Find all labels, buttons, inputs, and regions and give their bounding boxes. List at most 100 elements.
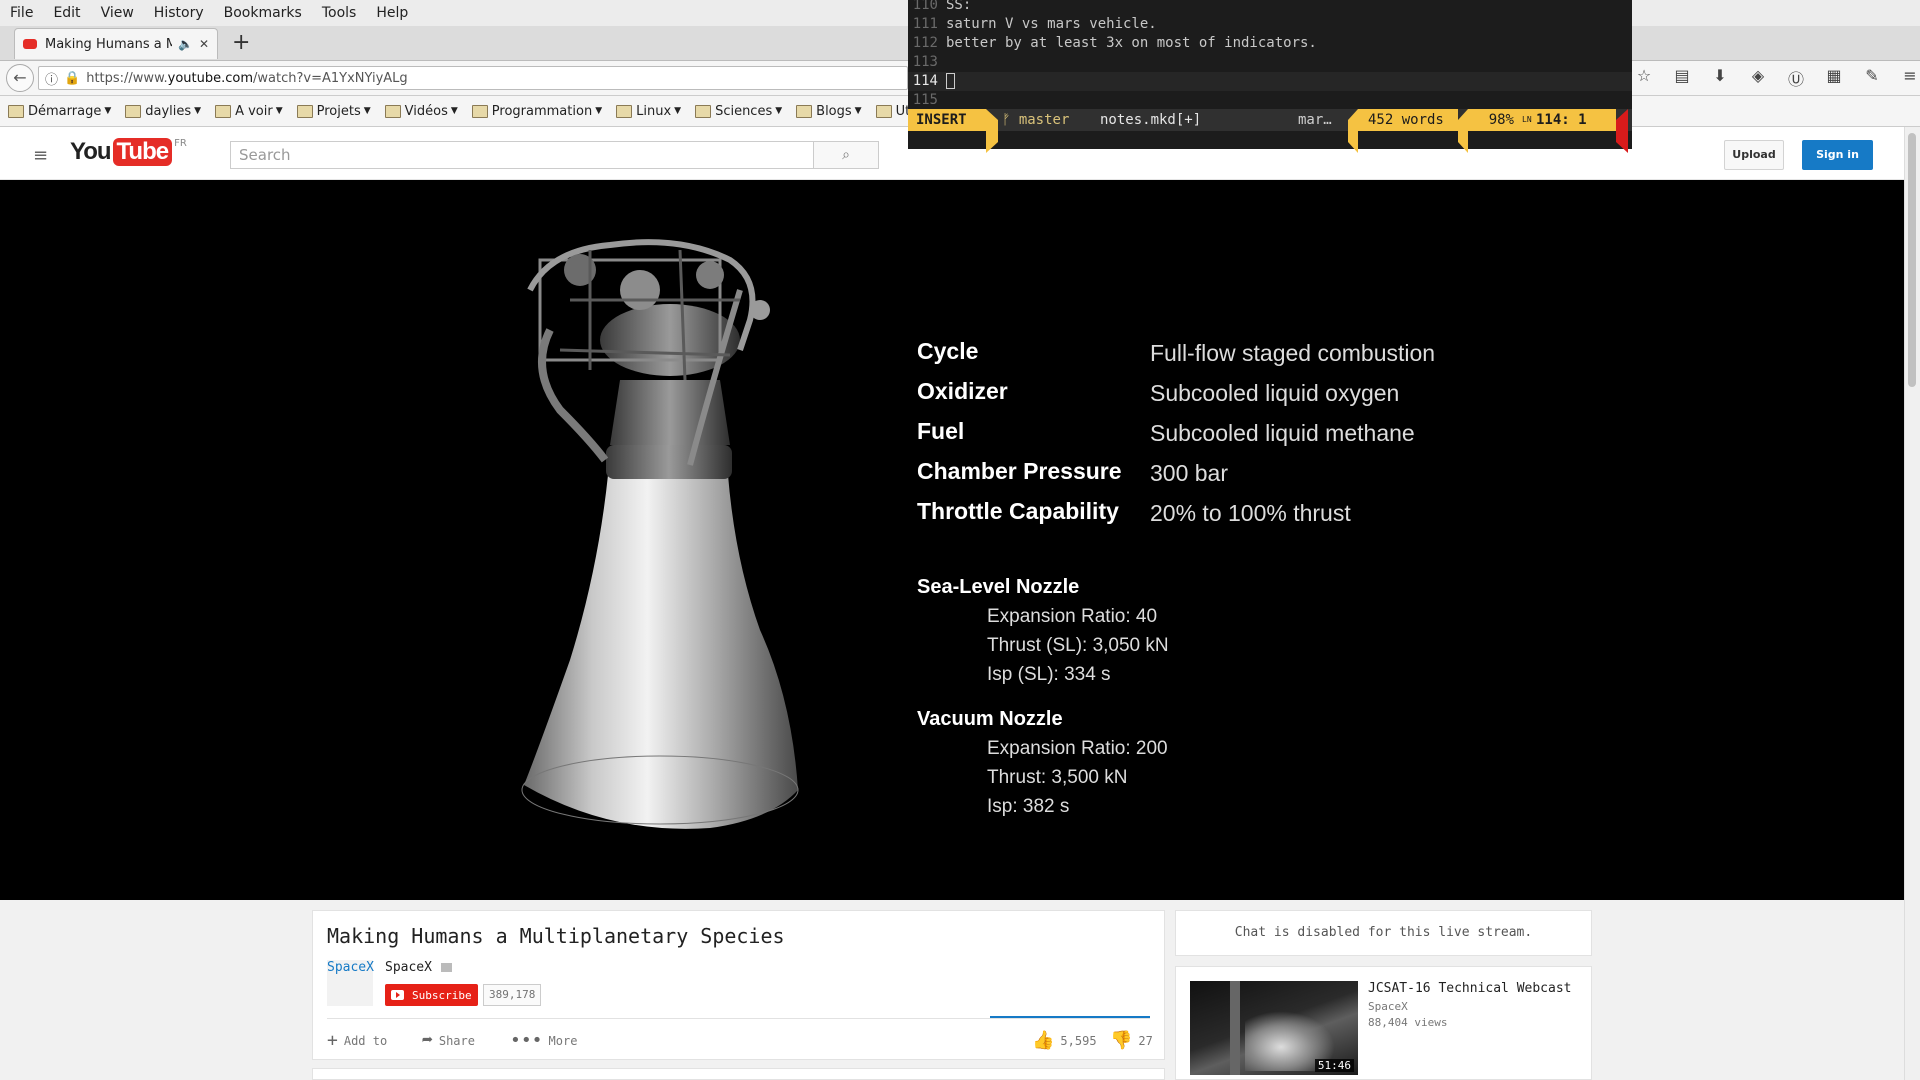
like-button[interactable]: 👍 5,595 bbox=[1032, 1030, 1097, 1051]
dislike-button[interactable]: 👎 27 bbox=[1110, 1030, 1153, 1051]
download-icon[interactable]: ⬇ bbox=[1701, 66, 1739, 90]
bookmark-label: Linux bbox=[636, 103, 672, 119]
related-video-title[interactable]: JCSAT-16 Technical Webcast bbox=[1368, 981, 1572, 996]
cursor-position: 114: 1 bbox=[1532, 109, 1616, 131]
sea-level-heading: Sea-Level Nozzle bbox=[917, 576, 1080, 598]
bookmark-label: Projets bbox=[316, 103, 361, 119]
tab-youtube[interactable]: Making Humans a M... 🔈 ✕ bbox=[14, 28, 218, 59]
file-percent: 98% bbox=[1468, 109, 1522, 131]
back-button[interactable]: ← bbox=[6, 64, 34, 92]
bookmark-label: Blogs bbox=[816, 103, 852, 119]
bookmark-folder-linux[interactable]: Linux ▼ bbox=[616, 104, 681, 119]
menu-view[interactable]: View bbox=[91, 5, 144, 21]
chevron-down-icon: ▼ bbox=[104, 106, 112, 116]
tab-title: Making Humans a M... bbox=[45, 36, 172, 52]
line-number: 112 bbox=[912, 35, 938, 51]
file-name: notes.mkd[+] bbox=[1100, 112, 1202, 128]
folder-icon bbox=[796, 104, 813, 118]
youtube-logo[interactable]: You Tube FR bbox=[70, 138, 187, 166]
like-count: 5,595 bbox=[1060, 1033, 1097, 1048]
chevron-down-icon: ▼ bbox=[194, 106, 202, 116]
spec-value-oxidizer: Subcooled liquid oxygen bbox=[1150, 380, 1400, 406]
url-path: /watch?v=A1YxNYiyALg bbox=[253, 70, 408, 86]
related-video-thumbnail[interactable]: 51:46 bbox=[1190, 981, 1358, 1075]
search-input[interactable]: Search bbox=[230, 141, 814, 169]
bookmark-folder-programmation[interactable]: Programmation ▼ bbox=[471, 104, 603, 119]
word-count: 452 words bbox=[1358, 109, 1458, 131]
signin-button[interactable]: Sign in bbox=[1802, 140, 1873, 170]
sea-level-line: Expansion Ratio: 40 bbox=[987, 606, 1158, 627]
editor-current-line[interactable]: 114 bbox=[908, 72, 1632, 91]
divider bbox=[327, 1018, 1150, 1019]
menu-edit[interactable]: Edit bbox=[43, 5, 90, 21]
more-label: More bbox=[548, 1033, 578, 1048]
raptor-engine-image bbox=[521, 239, 799, 829]
spec-value-cycle: Full-flow staged combustion bbox=[1150, 340, 1436, 366]
scrollbar-thumb[interactable] bbox=[1908, 133, 1916, 387]
guide-menu-icon[interactable]: ≡ bbox=[33, 145, 48, 166]
menu-tools[interactable]: Tools bbox=[312, 5, 367, 21]
sea-level-line: Isp (SL): 334 s bbox=[987, 664, 1111, 685]
separator-arrow bbox=[986, 109, 998, 153]
bookmark-folder-sciences[interactable]: Sciences ▼ bbox=[695, 104, 782, 119]
spec-label-fuel: Fuel bbox=[917, 418, 965, 444]
line-number: 114 bbox=[912, 73, 938, 89]
url-prefix: https://www. bbox=[86, 70, 168, 86]
share-button[interactable]: ➦ Share bbox=[422, 1030, 475, 1051]
lock-icon: 🔒 bbox=[64, 70, 81, 86]
editor-line: 112 better by at least 3x on most of indi… bbox=[908, 34, 1632, 53]
bookmark-folder-blogs[interactable]: Blogs ▼ bbox=[796, 103, 862, 119]
url-host: youtube.com bbox=[167, 70, 254, 86]
bookmark-label: daylies bbox=[145, 103, 192, 119]
search-icon: ⌕ bbox=[842, 147, 850, 163]
chevron-down-icon: ▼ bbox=[595, 106, 603, 116]
bookmark-folder-demarrage[interactable]: Démarrage ▼ bbox=[8, 104, 111, 119]
new-tab-button[interactable]: + bbox=[232, 30, 250, 55]
thumbs-up-icon: 👍 bbox=[1032, 1030, 1055, 1051]
upload-button[interactable]: Upload bbox=[1724, 140, 1784, 170]
related-video-views: 88,404 views bbox=[1368, 1016, 1448, 1029]
hamburger-menu-icon[interactable]: ≡ bbox=[1891, 66, 1920, 90]
sentiment-bar bbox=[990, 1016, 1150, 1018]
menu-help[interactable]: Help bbox=[366, 5, 418, 21]
speaker-icon[interactable]: 🔈 bbox=[178, 37, 193, 51]
channel-avatar-link[interactable]: SpaceX bbox=[327, 960, 374, 975]
bookmark-folder-a-voir[interactable]: A voir ▼ bbox=[215, 104, 283, 119]
vacuum-line: Expansion Ratio: 200 bbox=[987, 738, 1168, 759]
error-indicator-arrow bbox=[1616, 109, 1628, 153]
reading-list-icon[interactable]: ▤ bbox=[1663, 66, 1701, 90]
channel-name[interactable]: SpaceX bbox=[385, 960, 432, 975]
info-icon[interactable]: ⓘ bbox=[45, 69, 58, 88]
plus-icon: + bbox=[327, 1030, 338, 1051]
spec-label-chamber-pressure: Chamber Pressure bbox=[917, 458, 1122, 484]
sea-level-line: Thrust (SL): 3,050 kN bbox=[987, 635, 1169, 656]
ublock-icon[interactable]: Ⓤ bbox=[1777, 66, 1815, 90]
bookmark-folder-videos[interactable]: Vidéos ▼ bbox=[384, 104, 458, 119]
folder-icon bbox=[296, 104, 313, 118]
video-player[interactable] bbox=[0, 180, 1904, 900]
search-button[interactable]: ⌕ bbox=[813, 141, 879, 169]
url-bar[interactable]: ⓘ 🔒 https://www. youtube.com/watch?v=A1Yx… bbox=[38, 66, 908, 90]
chevron-down-icon: ▼ bbox=[450, 106, 458, 116]
menu-history[interactable]: History bbox=[144, 5, 214, 21]
folder-icon bbox=[384, 104, 401, 118]
extension-icon[interactable]: ▦ bbox=[1815, 66, 1853, 90]
addon-icon[interactable]: ✎ bbox=[1853, 66, 1891, 90]
line-number: 113 bbox=[912, 54, 938, 70]
close-tab-icon[interactable]: ✕ bbox=[199, 37, 209, 51]
menu-file[interactable]: File bbox=[0, 5, 43, 21]
subscribe-button[interactable]: Subscribe bbox=[385, 984, 478, 1006]
chevron-down-icon: ▼ bbox=[275, 106, 283, 116]
more-button[interactable]: ••• More bbox=[510, 1030, 577, 1051]
description-card bbox=[312, 1068, 1165, 1080]
menu-bookmarks[interactable]: Bookmarks bbox=[214, 5, 312, 21]
vacuum-heading: Vacuum Nozzle bbox=[917, 708, 1063, 730]
youtube-play-icon bbox=[391, 990, 404, 1000]
bookmark-folder-daylies[interactable]: daylies ▼ bbox=[125, 104, 201, 119]
line-text: SS: bbox=[946, 0, 972, 13]
add-to-button[interactable]: + Add to bbox=[327, 1030, 387, 1051]
spec-value-chamber-pressure: 300 bar bbox=[1150, 460, 1229, 486]
pocket-icon[interactable]: ◈ bbox=[1739, 66, 1777, 90]
bookmark-folder-projets[interactable]: Projets ▼ bbox=[296, 103, 371, 119]
line-number: 111 bbox=[912, 16, 938, 32]
